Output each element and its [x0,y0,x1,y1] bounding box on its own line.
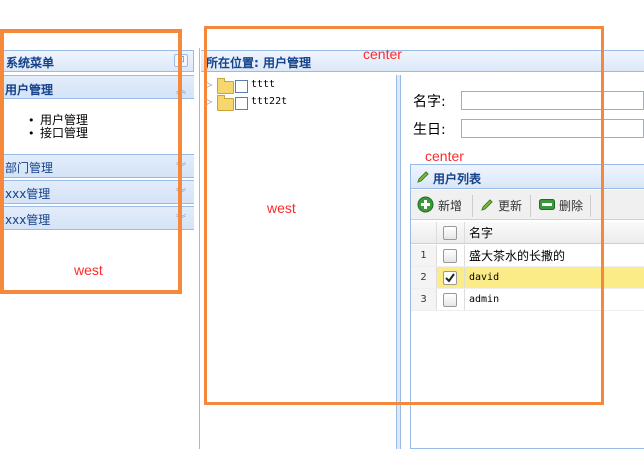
annotation-box-west [0,29,182,294]
annotation-label-center-inner: center [425,148,464,164]
annotation-label-west-inner: west [267,200,296,216]
annotation-label-west: west [74,262,103,278]
annotation-label-center: center [363,46,402,62]
annotation-box-center [204,26,604,405]
